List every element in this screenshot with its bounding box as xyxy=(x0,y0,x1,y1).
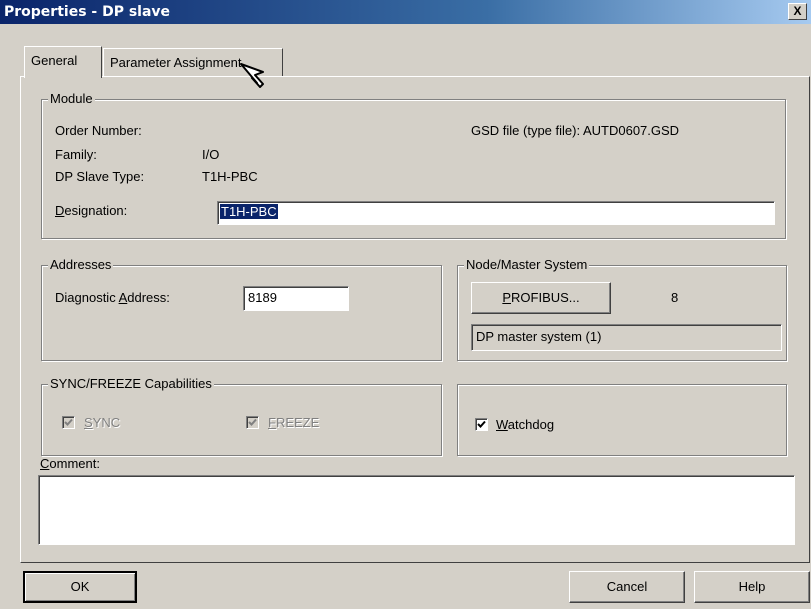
watchdog-label-rest: atchdog xyxy=(507,417,555,432)
freeze-label-accel: F xyxy=(268,415,276,430)
designation-value: T1H-PBC xyxy=(220,204,278,219)
node-master-legend: Node/Master System xyxy=(464,257,590,273)
watchdog-label-accel: W xyxy=(496,417,508,432)
master-system-field: DP master system (1) xyxy=(471,324,782,351)
sync-label: SYNC xyxy=(84,415,120,431)
freeze-check-icon xyxy=(248,418,257,426)
node-master-system-group: Node/Master System PROFIBUS... 8 DP mast… xyxy=(457,257,787,361)
profibus-button-accel: P xyxy=(502,290,512,305)
tab-general-label: General xyxy=(31,53,78,68)
designation-label-rest: esignation: xyxy=(64,203,128,218)
addresses-legend: Addresses xyxy=(48,257,114,273)
module-legend: Module xyxy=(48,91,95,107)
watchdog-group: Watchdog xyxy=(457,384,787,456)
mouse-pointer-icon xyxy=(240,63,264,88)
window-title: Properties - DP slave xyxy=(4,4,171,20)
dp-slave-type-value: T1H-PBC xyxy=(202,169,258,184)
diagnostic-address-label-accel: A xyxy=(118,290,128,305)
watchdog-check-icon xyxy=(477,420,486,428)
sync-check-icon xyxy=(64,418,73,426)
diagnostic-address-label-post: ddress: xyxy=(127,290,170,305)
freeze-label: FREEZE xyxy=(268,415,319,431)
freeze-checkbox[interactable] xyxy=(246,416,259,429)
close-icon: X xyxy=(793,4,802,18)
cancel-button[interactable]: Cancel xyxy=(569,571,685,603)
module-group: Module Order Number: GSD file (type file… xyxy=(41,91,786,239)
designation-label: Designation: xyxy=(55,203,127,219)
node-number: 8 xyxy=(671,290,679,305)
help-button[interactable]: Help xyxy=(694,571,810,603)
dp-slave-type-label: DP Slave Type: xyxy=(55,169,145,184)
diagnostic-address-input[interactable]: 8189 xyxy=(243,286,349,311)
help-label: Help xyxy=(738,579,766,594)
family-value: I/O xyxy=(202,147,220,162)
diagnostic-address-label: Diagnostic Address: xyxy=(55,290,170,306)
freeze-label-rest: REEZE xyxy=(275,415,320,430)
watchdog-checkbox[interactable] xyxy=(475,418,488,431)
profibus-button-rest: ROFIBUS... xyxy=(511,290,580,305)
family-label: Family: xyxy=(55,147,97,162)
title-bar[interactable]: Properties - DP slave X xyxy=(0,0,811,24)
sync-label-rest: YNC xyxy=(92,415,121,430)
diagnostic-address-label-pre: Diagnostic xyxy=(55,290,119,305)
sync-checkbox[interactable] xyxy=(62,416,75,429)
designation-input[interactable]: T1H-PBC xyxy=(217,201,775,225)
sync-label-accel: S xyxy=(84,415,93,430)
tab-general[interactable]: General xyxy=(24,46,102,78)
sync-freeze-group: SYNC/FREEZE Capabilities SYNC FREEZE xyxy=(41,376,442,456)
comment-textarea[interactable] xyxy=(38,475,795,545)
comment-label-accel: C xyxy=(40,456,50,471)
cancel-label: Cancel xyxy=(606,579,648,594)
master-system-value: DP master system (1) xyxy=(476,329,602,344)
profibus-button[interactable]: PROFIBUS... xyxy=(471,282,611,314)
ok-label: OK xyxy=(70,579,90,594)
sync-freeze-legend: SYNC/FREEZE Capabilities xyxy=(48,376,214,392)
comment-label: Comment: xyxy=(40,456,100,472)
comment-label-rest: omment: xyxy=(49,456,100,471)
watchdog-label: Watchdog xyxy=(496,417,554,433)
gsd-file-text: GSD file (type file): AUTD0607.GSD xyxy=(471,123,680,138)
general-tab-panel: Module Order Number: GSD file (type file… xyxy=(20,76,810,563)
designation-label-accel: D xyxy=(55,203,65,218)
close-button[interactable]: X xyxy=(788,3,807,20)
addresses-group: Addresses Diagnostic Address: 8189 xyxy=(41,257,442,361)
ok-button[interactable]: OK xyxy=(23,571,137,603)
diagnostic-address-value: 8189 xyxy=(248,290,277,305)
order-number-label: Order Number: xyxy=(55,123,142,138)
tab-parameter-assignment-label: Parameter Assignment xyxy=(110,55,242,70)
